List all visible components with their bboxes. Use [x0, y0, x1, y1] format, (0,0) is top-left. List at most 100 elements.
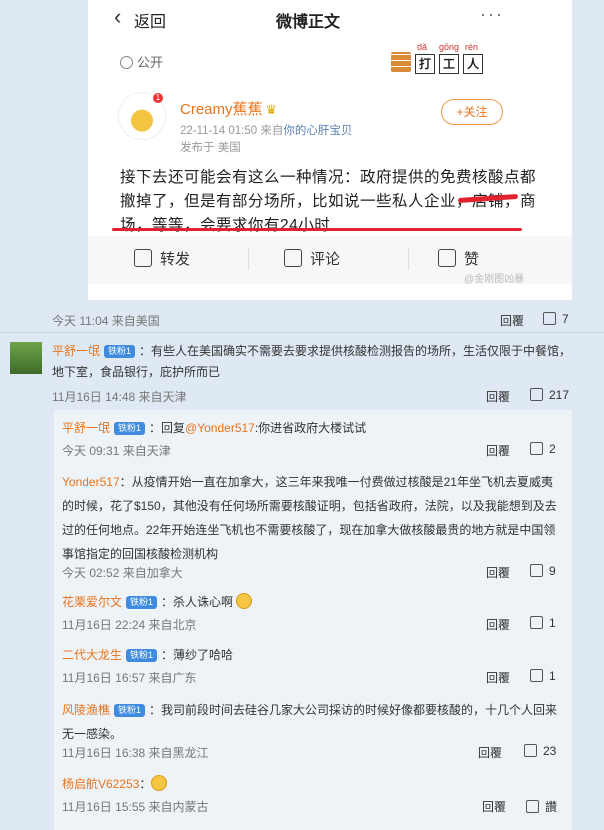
reply-text: ：薄纱了哈哈 — [161, 648, 234, 662]
sticker-pinyin-1: dǎ — [417, 42, 428, 52]
more-icon: ··· — [480, 4, 504, 24]
repost-icon — [134, 249, 152, 267]
bricks-icon — [391, 52, 411, 72]
thumb-up-icon — [524, 744, 537, 757]
reply-button[interactable]: 回覆 — [500, 312, 524, 329]
replies-panel: 平舒一氓 铁粉1 ：回复@Yonder517:你进省政府大楼试试 今天 09:31 … — [54, 410, 572, 830]
comment-username[interactable]: 平舒一氓 — [52, 344, 100, 358]
post-source[interactable]: 你的心肝宝贝 — [283, 125, 352, 137]
action-divider — [408, 248, 409, 270]
post-time-location: 今天 11:04 来自美国 — [52, 314, 160, 328]
like-button[interactable]: 9 — [530, 564, 556, 578]
reply-text: ： — [139, 777, 152, 791]
sticker-pinyin-2: gōng — [439, 42, 460, 52]
like-button[interactable]: 2 — [530, 442, 556, 456]
reply-meta: 11月16日 15:55 来自内蒙古 — [62, 800, 209, 814]
emoji-icon — [151, 775, 168, 791]
screenshot-title: 微博正文 — [276, 14, 341, 31]
sticker-char-3: 人 — [463, 54, 483, 74]
reply-text: :你进省政府大楼试试 — [254, 421, 367, 435]
visibility-row: 公开 — [120, 52, 163, 71]
embedded-screenshot[interactable]: ‹ 返回 微博正文 ··· 公开 dǎ gōng rén 打 工 人 1 Cre… — [88, 0, 572, 300]
reply-username[interactable]: Yonder517 — [62, 475, 120, 489]
reply: 风陵渔樵 铁粉1 ：我司前段时间去硅谷几家大公司採访的时候好像都要核酸的，十几个人回… — [62, 698, 564, 746]
like-count: 1 — [549, 669, 556, 683]
repost-label: 转发 — [160, 251, 191, 268]
reply-meta: 11月16日 22:24 来自北京 — [62, 618, 197, 632]
fan-badge: 铁粉1 — [126, 649, 158, 662]
fan-badge: 铁粉1 — [114, 704, 146, 717]
like-button[interactable]: 23 — [524, 744, 556, 758]
post-meta: 22-11-14 01:50 来自你的心肝宝贝 — [180, 122, 352, 138]
like-count: 9 — [549, 564, 556, 578]
like-button[interactable]: 讚 — [526, 798, 557, 815]
like-button[interactable]: 1 — [530, 616, 556, 630]
mention-link[interactable]: @Yonder517 — [185, 421, 255, 435]
fan-badge: 铁粉1 — [114, 422, 146, 435]
thumb-up-icon — [530, 564, 543, 577]
reply-username[interactable]: 杨启航V62253 — [62, 777, 139, 791]
weibo-page: ‹ 返回 微博正文 ··· 公开 dǎ gōng rén 打 工 人 1 Cre… — [0, 0, 604, 830]
repost-action[interactable]: 转发 — [134, 248, 190, 269]
reply-button[interactable]: 回覆 — [486, 442, 510, 459]
avatar-badge: 1 — [153, 93, 163, 103]
reply: 二代大龙生 铁粉1 ：薄纱了哈哈 — [62, 645, 562, 666]
comment-meta: 11月16日 14:48 来自天津 — [52, 390, 187, 404]
thumb-up-icon — [543, 312, 556, 325]
published-location: 发布于 美国 — [180, 142, 241, 154]
post-source-prefix: 来自 — [260, 125, 284, 137]
action-divider — [248, 248, 249, 270]
emoji-icon — [236, 593, 253, 609]
reply: 花栗爱尔文 铁粉1 ：杀人诛心啊 — [62, 592, 562, 613]
reply-text: ：杀人诛心啊 — [161, 595, 234, 609]
screenshot-topbar: ‹ 返回 微博正文 ··· — [88, 0, 572, 38]
reply-button[interactable]: 回覆 — [486, 388, 510, 405]
like-action[interactable]: 赞 — [438, 248, 479, 269]
reply-meta: 今天 09:31 来自天津 — [62, 444, 171, 458]
like-count: 讚 — [545, 800, 558, 814]
red-underline-mark — [112, 228, 522, 231]
reply: 杨启航V62253： — [62, 774, 562, 795]
globe-icon — [120, 56, 133, 69]
watermark: @金刚图凶暴 — [464, 274, 525, 285]
reply: Yonder517：从疫情开始一直在加拿大，这三年来我唯一付费做过核酸是21年坐… — [62, 470, 564, 566]
like-count: 7 — [562, 312, 569, 326]
reply-meta: 11月16日 16:57 来自广东 — [62, 671, 197, 685]
like-label: 赞 — [464, 251, 480, 268]
reply-button[interactable]: 回覆 — [486, 616, 510, 633]
follow-button[interactable]: +关注 — [441, 99, 503, 125]
reply-text: ：从疫情开始一直在加拿大，这三年来我唯一付费做过核酸是21年坐飞机去夏威夷的时候… — [62, 475, 557, 561]
fan-badge: 铁粉1 — [126, 596, 158, 609]
like-count: 217 — [549, 388, 570, 402]
commenter-avatar[interactable] — [10, 342, 42, 374]
reply-button[interactable]: 回覆 — [482, 798, 506, 815]
author-name-row[interactable]: Creamy蕉蕉 ♛ — [180, 98, 277, 119]
reply-button[interactable]: 回覆 — [486, 669, 510, 686]
comment-icon — [284, 249, 302, 267]
reply-username[interactable]: 平舒一氓 — [62, 421, 110, 435]
reply-username[interactable]: 二代大龙生 — [62, 648, 122, 662]
reply-button[interactable]: 回覆 — [478, 744, 502, 761]
thumb-up-icon — [530, 669, 543, 682]
reply-meta: 11月16日 16:38 来自黑龙江 — [62, 746, 209, 760]
reply-button[interactable]: 回覆 — [486, 564, 510, 581]
sticker-pinyin-3: rén — [465, 42, 479, 52]
back-label: 返回 — [134, 14, 167, 31]
reply-prefix: ：回复 — [149, 421, 186, 435]
like-button[interactable]: 7 — [543, 312, 569, 326]
author-avatar[interactable]: 1 — [118, 92, 166, 140]
reply-meta: 今天 02:52 来自加拿大 — [62, 566, 183, 580]
comment-label: 评论 — [310, 251, 341, 268]
like-count: 1 — [549, 616, 556, 630]
like-button[interactable]: 1 — [530, 669, 556, 683]
like-button[interactable]: 217 — [530, 388, 569, 402]
sticker-char-1: 打 — [415, 54, 435, 74]
back-chevron-icon: ‹ — [114, 4, 122, 29]
reply-username[interactable]: 风陵渔樵 — [62, 703, 110, 717]
reply-username[interactable]: 花栗爱尔文 — [62, 595, 122, 609]
fan-badge: 铁粉1 — [104, 345, 136, 358]
comment-action[interactable]: 评论 — [284, 248, 340, 269]
like-icon — [438, 249, 456, 267]
thumb-up-icon — [530, 616, 543, 629]
author-name: Creamy蕉蕉 — [180, 101, 263, 118]
